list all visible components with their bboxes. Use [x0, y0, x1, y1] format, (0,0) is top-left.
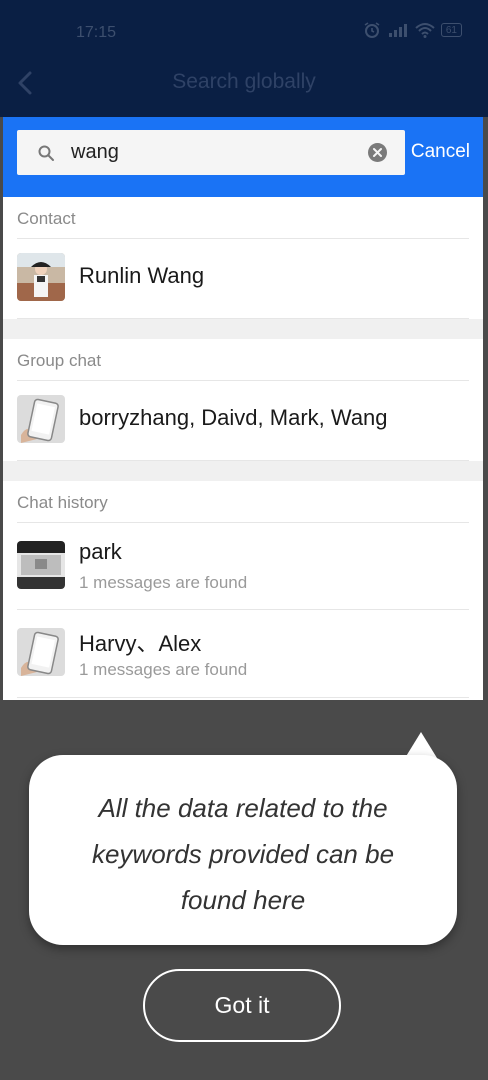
chat-history-row[interactable]: park 1 messages are found [3, 523, 483, 609]
wifi-icon [415, 23, 435, 38]
avatar [17, 628, 65, 676]
chat-photo [17, 628, 65, 676]
clear-icon[interactable] [368, 143, 387, 162]
cancel-button[interactable]: Cancel [411, 141, 470, 163]
screen: 17:15 61 Search globally wang Cancel Con… [0, 0, 488, 1080]
search-input[interactable] [71, 141, 331, 164]
tooltip-text: All the data related to the keywords pro… [91, 793, 395, 915]
search-bar: Cancel [3, 117, 483, 197]
section-header-contact: Contact [17, 209, 76, 228]
contact-photo [17, 253, 65, 301]
top-bar: 17:15 61 Search globally [0, 0, 488, 117]
chat-history-title: park [79, 539, 122, 564]
section-gap [3, 319, 483, 339]
chat-history-title: Harvy、Alex [79, 631, 202, 656]
section-header-chat-history: Chat history [17, 493, 108, 512]
group-photo [17, 395, 65, 443]
alarm-icon [364, 22, 380, 38]
tooltip-bubble: All the data related to the keywords pro… [29, 755, 457, 945]
park-photo [17, 541, 65, 589]
group-chat-name: borryzhang, Daivd, Mark, Wang [79, 405, 388, 430]
chat-history-subtitle: 1 messages are found [79, 573, 248, 592]
avatar [17, 395, 65, 443]
avatar [17, 541, 65, 589]
contact-name: Runlin Wang [79, 263, 205, 288]
status-time: 17:15 [76, 24, 117, 41]
section-gap [3, 461, 483, 481]
battery-icon: 61 [440, 23, 462, 37]
chat-history-row[interactable]: Harvy、Alex 1 messages are found [3, 610, 483, 698]
divider [17, 697, 469, 698]
page-title: Search globally [172, 70, 316, 93]
search-box[interactable] [17, 130, 405, 175]
status-icons: 61 [363, 22, 462, 38]
avatar [17, 253, 65, 301]
battery-level: 61 [445, 24, 457, 36]
got-it-button[interactable]: Got it [143, 969, 341, 1042]
contact-row[interactable]: Runlin Wang [3, 239, 483, 319]
signal-icon [388, 24, 407, 37]
chat-history-subtitle: 1 messages are found [79, 660, 248, 679]
search-icon [38, 145, 54, 161]
group-chat-row[interactable]: borryzhang, Daivd, Mark, Wang [3, 381, 483, 461]
section-header-group-chat: Group chat [17, 351, 102, 370]
search-results-panel: Cancel Contact Runlin Wang Group c [3, 117, 483, 700]
